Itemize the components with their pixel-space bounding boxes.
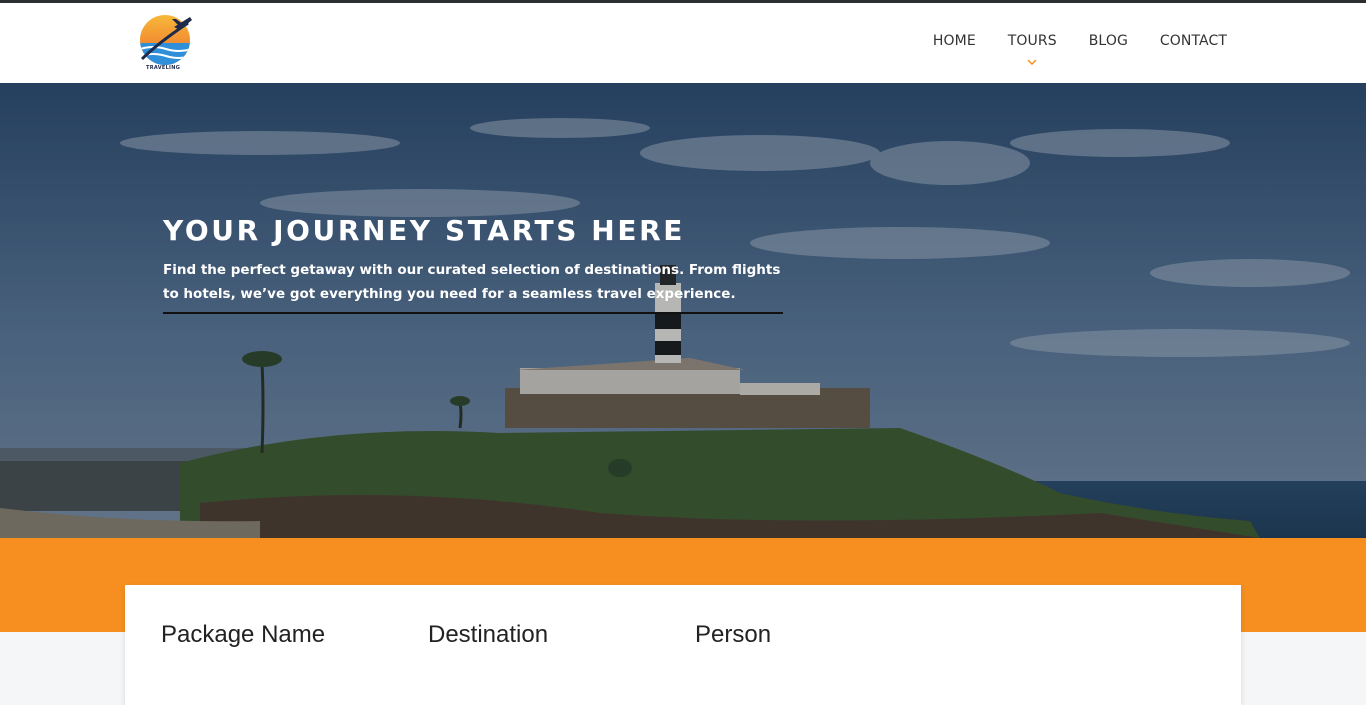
chevron-down-icon (1027, 53, 1037, 69)
site-header: TRAVELING HOME TOURS BLOG CONTACT (0, 3, 1366, 83)
nav-contact[interactable]: CONTACT (1160, 33, 1227, 49)
main-navigation: HOME TOURS BLOG CONTACT (933, 33, 1227, 66)
search-card: Package Name Destination Person (125, 585, 1241, 705)
logo-text: TRAVELING (146, 65, 181, 71)
destination-label: Destination (428, 621, 549, 648)
hero-banner: YOUR JOURNEY STARTS HERE Find the perfec… (0, 83, 1366, 538)
hero-title: YOUR JOURNEY STARTS HERE (163, 214, 685, 247)
nav-tours[interactable]: TOURS (1007, 33, 1057, 66)
nav-tours-label: TOURS (1007, 33, 1057, 49)
person-label: Person (695, 621, 772, 648)
package-name-label: Package Name (161, 621, 326, 648)
nav-blog[interactable]: BLOG (1089, 33, 1128, 49)
nav-home[interactable]: HOME (933, 33, 976, 49)
hero-subtitle: Find the perfect getaway with our curate… (163, 258, 783, 314)
